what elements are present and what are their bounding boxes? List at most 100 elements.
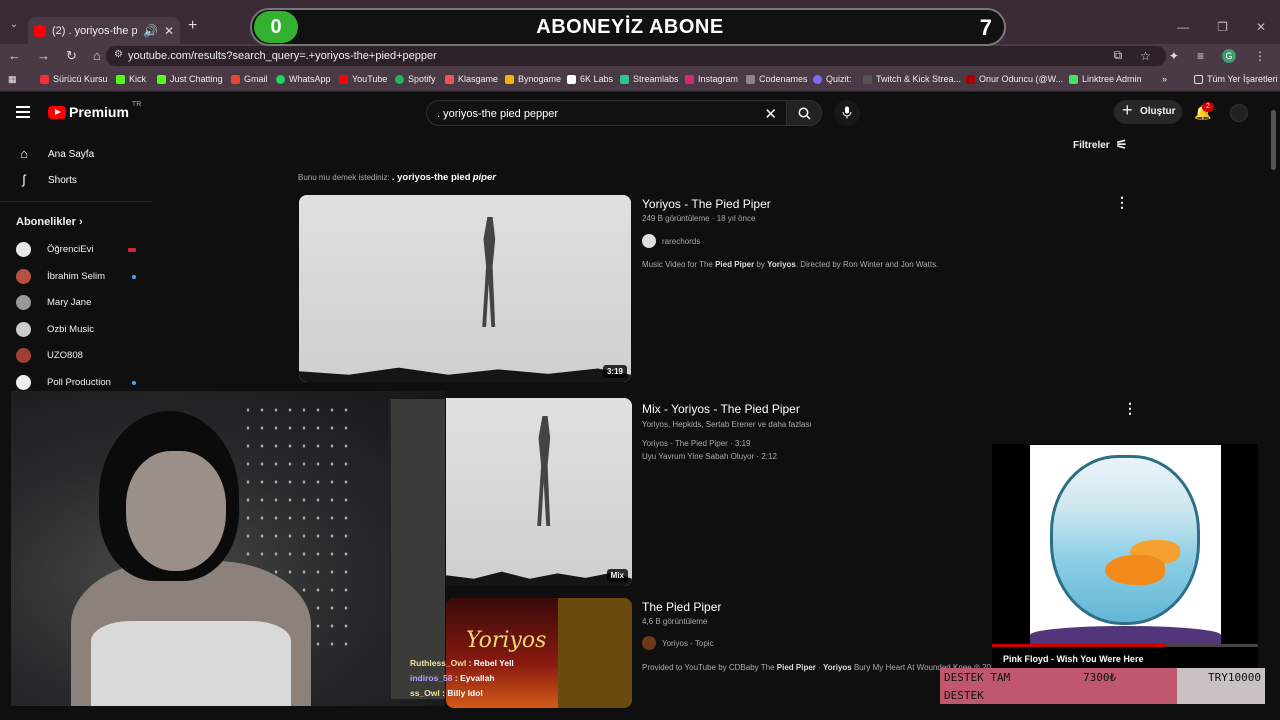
minimize-icon[interactable]: —: [1177, 20, 1189, 34]
filters-button[interactable]: Filtreler ⚟: [1073, 137, 1127, 153]
bookmark-item[interactable]: Twitch & Kick Strea...: [863, 74, 961, 84]
install-icon[interactable]: ⧉: [1114, 48, 1123, 63]
voice-search-button[interactable]: [834, 100, 860, 126]
channel-avatar: [16, 348, 31, 363]
subscription-item[interactable]: Poll Production: [16, 375, 136, 390]
chevron-right-icon: ›: [78, 216, 83, 228]
subscription-item[interactable]: Mary Jane: [16, 295, 136, 310]
donation-label-2: DESTEK: [944, 689, 984, 702]
mix-track[interactable]: Yoriyos - The Pied Piper · 3:19: [642, 439, 751, 448]
bookmark-item[interactable]: Gmail: [231, 74, 268, 84]
subscriptions-heading[interactable]: Abonelikler ›: [16, 216, 83, 228]
media-icon[interactable]: ≡: [1197, 49, 1204, 63]
bookmark-item[interactable]: Instagram: [685, 74, 738, 84]
bookmark-item[interactable]: Kick: [116, 74, 146, 84]
bookmark-item[interactable]: YouTube: [339, 74, 387, 84]
page-scrollbar[interactable]: [1268, 96, 1278, 720]
video-title[interactable]: Yoriyos - The Pied Piper: [642, 197, 771, 211]
search-button[interactable]: [786, 100, 822, 126]
menu-icon[interactable]: ⋮: [1254, 49, 1266, 63]
hamburger-menu-icon[interactable]: [16, 106, 30, 118]
shorts-icon: ʃ: [22, 172, 26, 187]
mix-track[interactable]: Uyu Yavrum Yine Sabah Oluyor · 2:12: [642, 452, 777, 461]
bookmark-item[interactable]: WhatsApp: [276, 74, 331, 84]
channel-link[interactable]: Yoriyos - Topic: [642, 636, 714, 650]
sidebar-item-shorts[interactable]: ʃ Shorts: [16, 172, 77, 188]
bookmark-item[interactable]: Bynogame: [505, 74, 561, 84]
bookmark-item[interactable]: 6K Labs: [567, 74, 613, 84]
all-bookmarks[interactable]: Tüm Yer İşaretleri: [1194, 74, 1278, 84]
back-icon[interactable]: ←: [8, 48, 21, 64]
bookmarks-bar: ▦ Sürücü Kursu Kick Just Chatting Gmail …: [0, 68, 1280, 92]
subscription-item[interactable]: ÖğrenciEvi: [16, 242, 136, 257]
sidebar-item-home[interactable]: ⌂ Ana Sayfa: [16, 146, 94, 162]
channel-link[interactable]: rarechords: [642, 234, 700, 248]
create-button[interactable]: Oluştur: [1114, 98, 1182, 124]
mix-badge: Mix: [606, 569, 628, 582]
youtube-favicon-icon: [34, 24, 46, 37]
album-art: [1030, 445, 1221, 644]
more-bookmarks-icon[interactable]: »: [1162, 74, 1167, 84]
did-you-mean: Bunu mu demek istediniz: . yoriyos-the p…: [298, 172, 496, 183]
bookmark-star-icon[interactable]: ☆: [1140, 49, 1151, 63]
channel-avatar: [642, 636, 656, 650]
new-tab-icon[interactable]: +: [188, 17, 197, 35]
video-meta: 4,6 B görüntüleme: [642, 617, 708, 626]
video-meta: 249 B görüntüleme · 18 yıl önce: [642, 214, 756, 223]
did-you-mean-link[interactable]: . yoriyos-the pied piper: [392, 172, 496, 183]
subscription-item[interactable]: UZO808: [16, 348, 136, 363]
donation-amount: 7300₺: [1083, 671, 1117, 684]
bookmark-item[interactable]: Sürücü Kursu: [40, 74, 108, 84]
bookmark-item[interactable]: Spotify: [395, 74, 436, 84]
subscription-item[interactable]: İbrahim Selim: [16, 269, 136, 284]
forward-icon[interactable]: →: [37, 48, 50, 64]
chat-overlay: Ruthless_Owl : Rebel Yell indiros_58 : E…: [410, 658, 514, 703]
chat-message: ss_Owl : Billy Idol: [410, 688, 483, 698]
subscription-item[interactable]: Ozbi Music: [16, 322, 136, 337]
donation-goal-overlay: DESTEK TAM DESTEK 7300₺ TRY10000: [940, 668, 1265, 704]
bookmark-item[interactable]: Linktree Admin: [1069, 74, 1142, 84]
youtube-premium-logo[interactable]: Premium TR: [48, 101, 141, 120]
search-input[interactable]: . yoriyos-the pied pepper ✕: [426, 100, 788, 126]
clear-search-icon[interactable]: ✕: [764, 105, 777, 123]
donation-label: DESTEK TAM: [944, 671, 1011, 684]
song-title: Pink Floyd - Wish You Were Here: [1003, 654, 1144, 664]
profile-avatar[interactable]: G: [1222, 48, 1236, 63]
home-icon[interactable]: ⌂: [93, 48, 101, 64]
bookmark-item[interactable]: Klasgame: [445, 74, 498, 84]
url-field[interactable]: ⚙ youtube.com/results?search_query=.+yor…: [106, 46, 1166, 66]
bookmark-item[interactable]: Quizit:: [813, 74, 852, 84]
maximize-icon[interactable]: ❐: [1217, 20, 1228, 34]
reload-icon[interactable]: ↻: [66, 48, 77, 64]
video-thumbnail[interactable]: 3:19: [299, 195, 631, 382]
bookmark-item[interactable]: Streamlabs: [620, 74, 679, 84]
close-window-icon[interactable]: ✕: [1256, 20, 1266, 34]
speaker-icon[interactable]: 🔊: [143, 24, 158, 38]
close-tab-icon[interactable]: ✕: [164, 24, 174, 38]
channel-avatar: [16, 269, 31, 284]
tab-youtube[interactable]: (2) . yoriyos-the pied pepp 🔊 ✕: [28, 17, 180, 44]
address-bar-row: ← → ↻ ⌂ ⚙ youtube.com/results?search_que…: [0, 44, 1280, 68]
more-actions-icon[interactable]: ⋮: [1123, 400, 1137, 417]
extensions-icon[interactable]: ✦: [1169, 49, 1179, 63]
mix-thumbnail[interactable]: Mix: [446, 398, 632, 586]
site-info-icon[interactable]: ⚙: [114, 49, 123, 60]
account-avatar[interactable]: [1230, 104, 1248, 122]
tab-title: (2) . yoriyos-the pied pepp: [52, 24, 137, 37]
bookmark-item[interactable]: Just Chatting: [157, 74, 223, 84]
bookmark-item[interactable]: Onur Oduncu (@W...: [966, 74, 1063, 84]
channel-avatar: [642, 234, 656, 248]
notification-count-badge: 2: [1202, 102, 1214, 112]
video-title[interactable]: The Pied Piper: [642, 600, 721, 614]
search-icon: [798, 107, 811, 120]
bookmark-item[interactable]: Codenames: [746, 74, 808, 84]
apps-icon[interactable]: ▦: [8, 74, 17, 85]
more-actions-icon[interactable]: ⋮: [1115, 194, 1129, 211]
new-content-dot: [132, 380, 136, 385]
tab-search-icon[interactable]: ⌄: [4, 19, 24, 35]
mix-title[interactable]: Mix - Yoriyos - The Pied Piper: [642, 402, 800, 416]
chat-message: indiros_58 : Eyvallah: [410, 673, 495, 683]
youtube-header: Premium TR . yoriyos-the pied pepper ✕ O…: [0, 92, 1266, 132]
channel-avatar: [16, 295, 31, 310]
channel-avatar: [16, 322, 31, 337]
